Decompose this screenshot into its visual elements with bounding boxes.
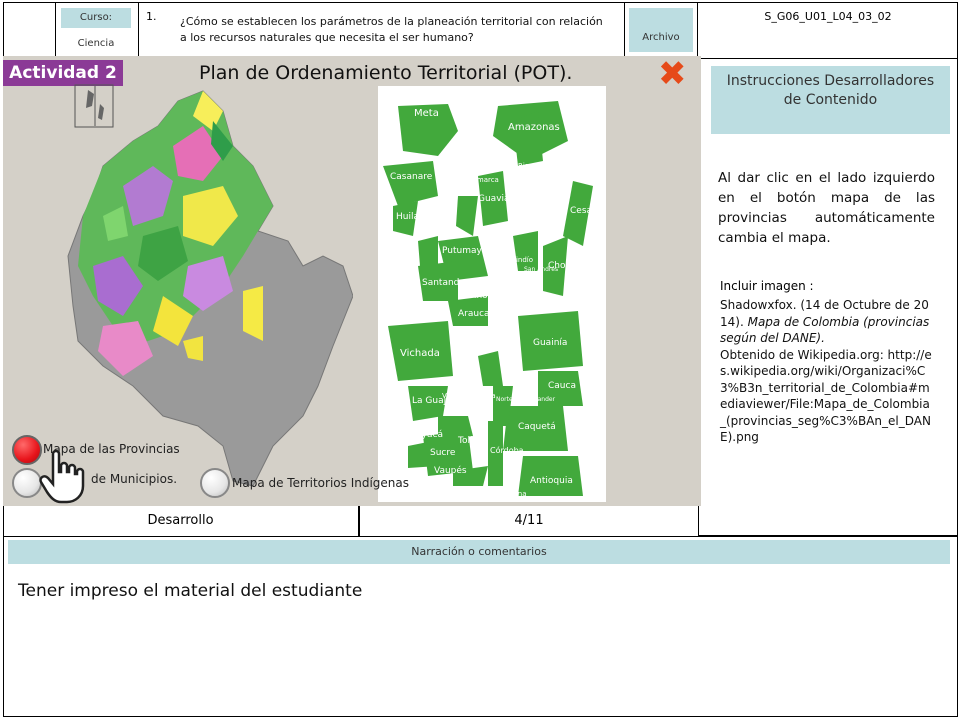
dept-putumayo: Putumayo (442, 246, 488, 256)
credit-source: Obtenido de Wikipedia.org: http://es.wik… (720, 347, 932, 445)
credit-title: Mapa de Colombia (provincias según del D… (720, 314, 930, 346)
dept-huila: Huila (396, 212, 419, 222)
image-credit: Shadowxfox. (14 de Octubre de 2014). Map… (720, 297, 932, 446)
dept-quindio: Quindío (506, 256, 533, 264)
question-number: 1. (146, 10, 157, 23)
instructions-body: Al dar clic en el lado izquierdo en el b… (718, 170, 935, 246)
section-label: Desarrollo (147, 513, 214, 528)
activity-slide: Actividad 2 Plan de Ordenamiento Territo… (3, 54, 701, 506)
departments-puzzle: Meta Amazonas Casanare Huila Guaviare Pu… (378, 86, 606, 502)
curso-label: Curso: (61, 8, 131, 28)
dept-norte-de-santander: Norte de Santander (496, 396, 556, 403)
municipalities-map-label[interactable]: de Municipios. (91, 472, 177, 486)
dept-amazonas: Amazonas (508, 122, 560, 133)
dept-sucre: Sucre (430, 448, 456, 458)
dept-boyaca: Boyacá (410, 430, 443, 440)
close-x-icon[interactable]: ✖ (658, 54, 687, 94)
page-number: 4/11 (514, 513, 544, 528)
include-image-label: Incluir imagen : (720, 279, 814, 293)
document-code: S_G06_U01_L04_03_02 (764, 10, 892, 23)
hand-pointer-icon (39, 449, 85, 504)
provinces-map (67, 90, 353, 487)
dept-magdalena: Magdalena (488, 490, 527, 498)
indigenous-territories-map-label[interactable]: Mapa de Territorios Indígenas (232, 476, 409, 490)
dept-cauca: Cauca (548, 381, 576, 391)
question-text: ¿Cómo se establecen los parámetros de la… (180, 15, 603, 44)
dept-valle-del-cauca: Valle del Cauca (442, 392, 496, 400)
narration-text: Tener impreso el material del estudiante (18, 581, 363, 601)
curso-value: Ciencia (77, 38, 115, 49)
dept-risaralda: Risaralda (518, 162, 551, 170)
dept-bolivar: Bolívar (462, 142, 487, 150)
narration-header: Narración o comentarios (8, 540, 950, 564)
dept-guainia: Guainía (533, 338, 568, 348)
dept-meta: Meta (414, 108, 439, 119)
dept-guaviare: Guaviare (478, 194, 519, 204)
instructions-header: Instrucciones Desarrolladores de Conteni… (711, 66, 950, 134)
activity-badge: Actividad 2 (3, 60, 123, 86)
dept-santander: Santander (422, 278, 469, 288)
slide-title: Plan de Ordenamiento Territorial (POT). (199, 62, 573, 84)
dept-narino: Nariño (458, 291, 488, 301)
archivo-label: Archivo (629, 8, 693, 52)
municipalities-map-button[interactable] (12, 468, 42, 498)
dept-arauca: Arauca (458, 309, 490, 319)
dept-caqueta: Caquetá (518, 422, 556, 432)
dept-san-andres: San Andrés (524, 266, 559, 273)
dept-tolima: Tolima (458, 436, 487, 446)
dept-antioquia: Antioquia (530, 476, 573, 486)
dept-cundinamarca: Cundinamarca (448, 176, 499, 184)
dept-vaupes: Vaupés (434, 466, 467, 476)
dept-vichada: Vichada (400, 348, 440, 359)
dept-atlantico: Atlántico (400, 304, 440, 314)
dept-cesar: Cesar (570, 206, 596, 216)
dept-cordoba: Córdoba (490, 446, 524, 455)
indigenous-territories-map-button[interactable] (200, 468, 230, 498)
provinces-map-button[interactable] (12, 435, 42, 465)
dept-casanare: Casanare (390, 172, 433, 182)
